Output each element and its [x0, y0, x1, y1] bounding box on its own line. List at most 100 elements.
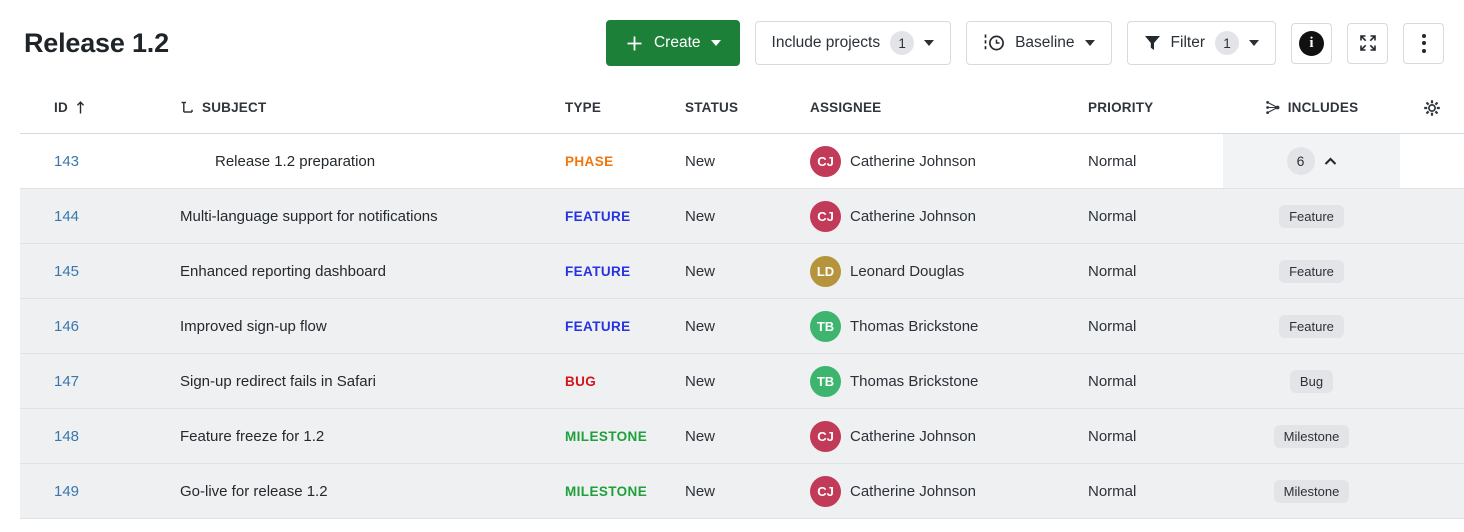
assignee-cell[interactable]: TB Thomas Brickstone: [810, 366, 1088, 397]
work-package-subject: Feature freeze for 1.2: [180, 428, 324, 445]
column-header-includes-label: INCLUDES: [1288, 100, 1359, 115]
gear-icon: [1423, 99, 1441, 117]
column-header-includes[interactable]: INCLUDES: [1223, 100, 1400, 115]
assignee-name: Catherine Johnson: [850, 153, 976, 170]
work-package-status: New: [685, 483, 715, 500]
avatar: CJ: [810, 476, 841, 507]
work-package-subject: Go-live for release 1.2: [180, 483, 328, 500]
include-projects-label: Include projects: [772, 34, 881, 52]
more-options-button[interactable]: [1403, 23, 1444, 64]
work-package-id-link[interactable]: 145: [54, 263, 79, 280]
assignee-cell[interactable]: LD Leonard Douglas: [810, 256, 1088, 287]
include-projects-button[interactable]: Include projects 1: [755, 21, 952, 65]
work-package-status: New: [685, 208, 715, 225]
table-row[interactable]: 145 Enhanced reporting dashboard FEATURE…: [20, 244, 1464, 299]
relation-type-badge: Feature: [1279, 205, 1344, 228]
plus-icon: [625, 34, 644, 53]
work-package-id-link[interactable]: 144: [54, 208, 79, 225]
page-header: Release 1.2 Create Include projects 1 Ba…: [0, 0, 1464, 82]
column-header-subject[interactable]: SUBJECT: [180, 100, 565, 115]
assignee-name: Leonard Douglas: [850, 263, 964, 280]
work-package-type: FEATURE: [565, 264, 631, 279]
table-row[interactable]: 146 Improved sign-up flow FEATURE New TB…: [20, 299, 1464, 354]
avatar: TB: [810, 311, 841, 342]
filter-button[interactable]: Filter 1: [1127, 21, 1276, 65]
page-title: Release 1.2: [24, 28, 169, 59]
baseline-label: Baseline: [1015, 34, 1074, 52]
kebab-menu-icon: [1422, 34, 1426, 53]
work-package-priority: Normal: [1088, 428, 1136, 445]
filter-funnel-icon: [1144, 35, 1161, 51]
work-package-status: New: [685, 428, 715, 445]
avatar: CJ: [810, 201, 841, 232]
chevron-up-icon: [1324, 157, 1337, 166]
assignee-cell[interactable]: TB Thomas Brickstone: [810, 311, 1088, 342]
relation-type-badge: Milestone: [1274, 480, 1350, 503]
work-package-type: FEATURE: [565, 209, 631, 224]
column-header-assignee[interactable]: ASSIGNEE: [810, 100, 1088, 115]
assignee-cell[interactable]: CJ Catherine Johnson: [810, 146, 1088, 177]
work-package-id-link[interactable]: 147: [54, 373, 79, 390]
hierarchy-icon: [180, 100, 195, 115]
work-package-subject: Improved sign-up flow: [180, 318, 327, 335]
work-package-id-link[interactable]: 146: [54, 318, 79, 335]
chevron-down-icon: [1249, 40, 1259, 46]
assignee-name: Catherine Johnson: [850, 428, 976, 445]
create-button-label: Create: [654, 34, 701, 52]
baseline-clock-icon: [983, 33, 1005, 53]
work-package-priority: Normal: [1088, 483, 1136, 500]
column-header-type[interactable]: TYPE: [565, 100, 685, 115]
table-row[interactable]: 147 Sign-up redirect fails in Safari BUG…: [20, 354, 1464, 409]
column-header-assignee-label: ASSIGNEE: [810, 100, 881, 115]
table-row[interactable]: 144 Multi-language support for notificat…: [20, 189, 1464, 244]
column-header-status-label: STATUS: [685, 100, 738, 115]
includes-collapse-toggle[interactable]: 6: [1287, 147, 1337, 175]
assignee-cell[interactable]: CJ Catherine Johnson: [810, 476, 1088, 507]
column-header-status[interactable]: STATUS: [685, 100, 810, 115]
work-package-priority: Normal: [1088, 318, 1136, 335]
assignee-name: Catherine Johnson: [850, 483, 976, 500]
work-package-id-link[interactable]: 143: [54, 153, 79, 170]
table-row[interactable]: 143 Release 1.2 preparation PHASE New CJ…: [20, 134, 1464, 189]
fullscreen-button[interactable]: [1347, 23, 1388, 64]
table-row[interactable]: 149 Go-live for release 1.2 MILESTONE Ne…: [20, 464, 1464, 519]
column-header-type-label: TYPE: [565, 100, 601, 115]
avatar: CJ: [810, 421, 841, 452]
work-packages-table: ID SUBJECT TYPE STATUS ASSIGNEE PRIORITY: [20, 82, 1464, 519]
avatar: LD: [810, 256, 841, 287]
relation-type-badge: Milestone: [1274, 425, 1350, 448]
work-package-id-link[interactable]: 148: [54, 428, 79, 445]
column-header-priority-label: PRIORITY: [1088, 100, 1153, 115]
work-package-priority: Normal: [1088, 208, 1136, 225]
assignee-name: Thomas Brickstone: [850, 373, 978, 390]
assignee-cell[interactable]: CJ Catherine Johnson: [810, 421, 1088, 452]
info-button[interactable]: i: [1291, 23, 1332, 64]
work-package-subject: Release 1.2 preparation: [215, 153, 375, 170]
work-package-subject: Enhanced reporting dashboard: [180, 263, 386, 280]
fullscreen-expand-icon: [1358, 33, 1378, 53]
create-button[interactable]: Create: [606, 20, 740, 66]
include-projects-count-badge: 1: [890, 31, 914, 55]
table-settings-button[interactable]: [1400, 99, 1464, 117]
chevron-down-icon: [711, 40, 721, 46]
column-header-id[interactable]: ID: [40, 100, 180, 115]
work-package-subject: Multi-language support for notifications: [180, 208, 438, 225]
column-header-id-label: ID: [54, 100, 68, 115]
work-package-priority: Normal: [1088, 373, 1136, 390]
assignee-cell[interactable]: CJ Catherine Johnson: [810, 201, 1088, 232]
work-package-subject: Sign-up redirect fails in Safari: [180, 373, 376, 390]
work-package-id-link[interactable]: 149: [54, 483, 79, 500]
column-header-priority[interactable]: PRIORITY: [1088, 100, 1223, 115]
table-header-row: ID SUBJECT TYPE STATUS ASSIGNEE PRIORITY: [20, 82, 1464, 134]
baseline-button[interactable]: Baseline: [966, 21, 1111, 65]
chevron-down-icon: [924, 40, 934, 46]
includes-count-badge: 6: [1287, 147, 1315, 175]
sort-ascending-icon: [75, 100, 86, 115]
work-package-status: New: [685, 318, 715, 335]
avatar: TB: [810, 366, 841, 397]
relation-type-badge: Bug: [1290, 370, 1333, 393]
work-package-status: New: [685, 263, 715, 280]
relation-type-badge: Feature: [1279, 260, 1344, 283]
table-row[interactable]: 148 Feature freeze for 1.2 MILESTONE New…: [20, 409, 1464, 464]
assignee-name: Catherine Johnson: [850, 208, 976, 225]
